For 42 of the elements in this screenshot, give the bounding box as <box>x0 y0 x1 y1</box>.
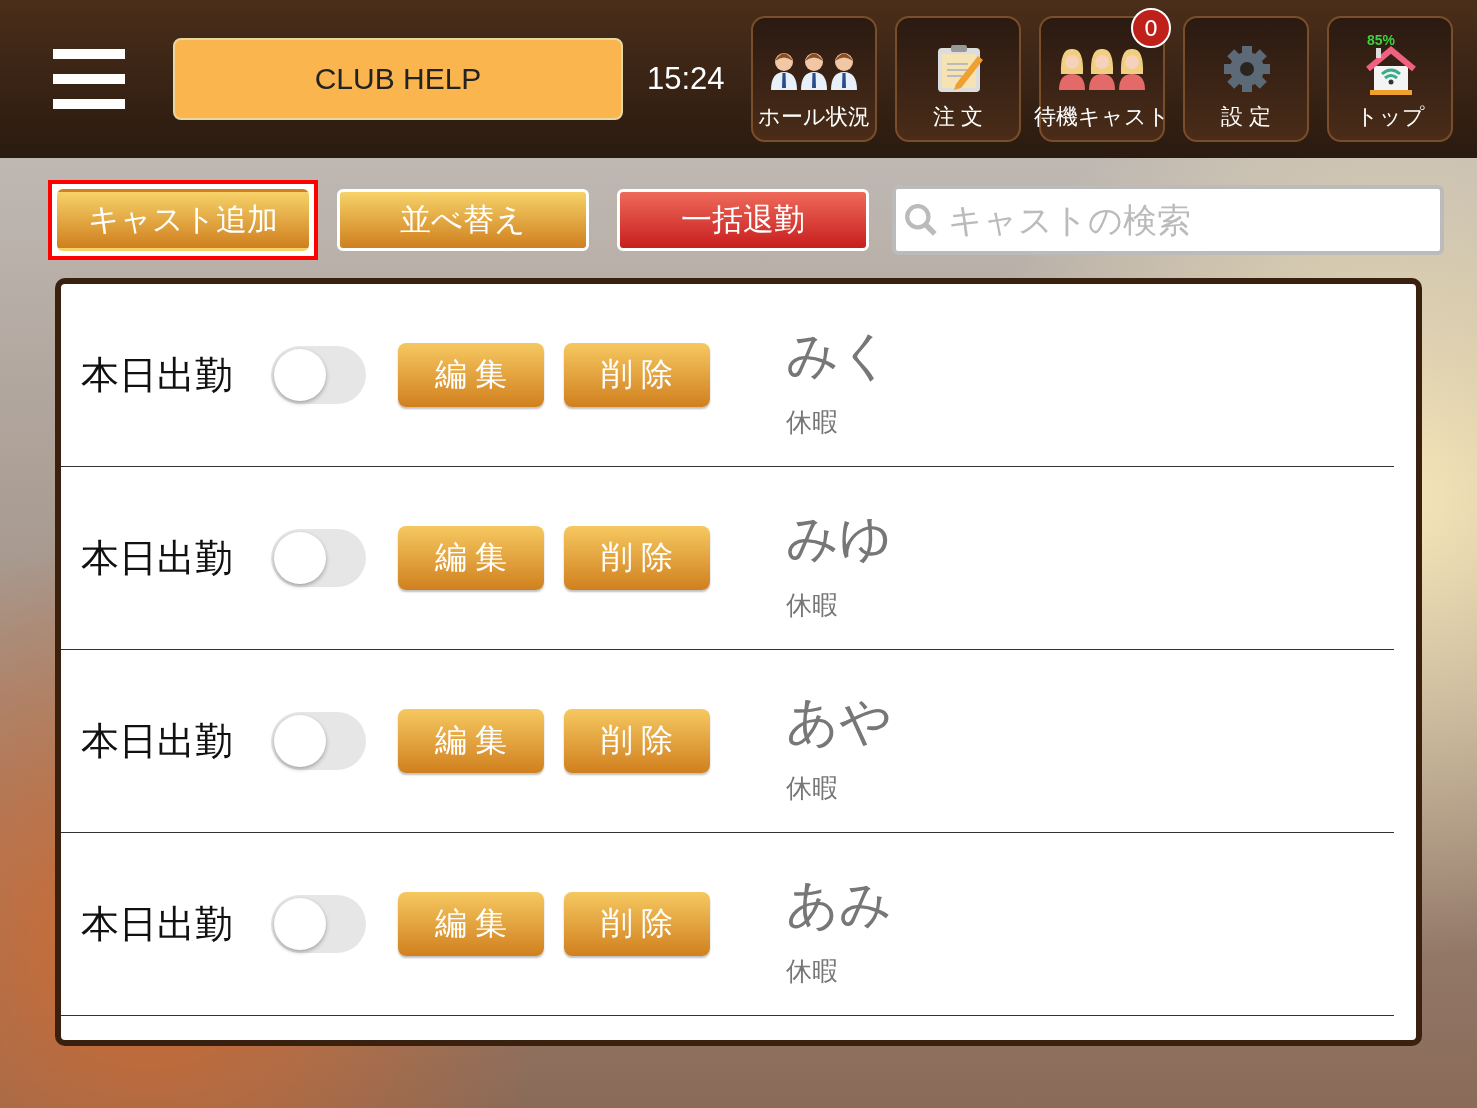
nav-label: 待機キャスト <box>1034 103 1170 131</box>
menu-icon[interactable] <box>53 49 125 109</box>
nav-tile[interactable]: トップ 85% <box>1327 16 1453 142</box>
nav-tile[interactable]: 注 文 <box>895 16 1021 142</box>
nav-label: 注 文 <box>932 103 984 131</box>
battery-level: 85% <box>1367 32 1396 48</box>
delete-button[interactable]: 削 除 <box>564 343 710 407</box>
attendance-label: 本日出勤 <box>81 900 234 948</box>
edit-button[interactable]: 編 集 <box>398 526 544 590</box>
attendance-toggle[interactable] <box>271 895 366 953</box>
cast-name: あや <box>786 689 892 753</box>
attendance-toggle[interactable] <box>271 712 366 770</box>
attendance-label: 本日出勤 <box>81 351 234 399</box>
action-button[interactable]: 並べ替え <box>337 189 589 251</box>
delete-button[interactable]: 削 除 <box>564 526 710 590</box>
nav-tile[interactable]: ホール状況 <box>751 16 877 142</box>
attendance-toggle[interactable] <box>271 529 366 587</box>
clock-time: 15:24 <box>647 61 726 97</box>
action-button[interactable]: 一括退勤 <box>617 189 869 251</box>
edit-button[interactable]: 編 集 <box>398 892 544 956</box>
cast-name: みゆ <box>786 506 892 570</box>
attendance-label: 本日出勤 <box>81 534 234 582</box>
cast-status: 休暇 <box>786 954 839 988</box>
cast-status: 休暇 <box>786 588 839 622</box>
delete-button[interactable]: 削 除 <box>564 892 710 956</box>
action-button[interactable]: キャスト追加 <box>57 189 309 251</box>
cast-name: あみ <box>786 872 892 936</box>
delete-button[interactable]: 削 除 <box>564 709 710 773</box>
cast-name: みく <box>786 323 892 387</box>
search-field[interactable]: キャストの検索 <box>892 185 1444 255</box>
attendance-toggle[interactable] <box>271 346 366 404</box>
attendance-label: 本日出勤 <box>81 717 234 765</box>
cast-status: 休暇 <box>786 771 839 805</box>
nav-label: トップ <box>1355 103 1425 131</box>
count-badge: 0 <box>1131 8 1171 48</box>
cast-status: 休暇 <box>786 405 839 439</box>
nav-tile[interactable]: 設 定 <box>1183 16 1309 142</box>
club-help-button[interactable]: CLUB HELP <box>173 38 623 120</box>
edit-button[interactable]: 編 集 <box>398 709 544 773</box>
nav-label: ホール状況 <box>758 103 870 131</box>
nav-label: 設 定 <box>1220 103 1272 131</box>
edit-button[interactable]: 編 集 <box>398 343 544 407</box>
